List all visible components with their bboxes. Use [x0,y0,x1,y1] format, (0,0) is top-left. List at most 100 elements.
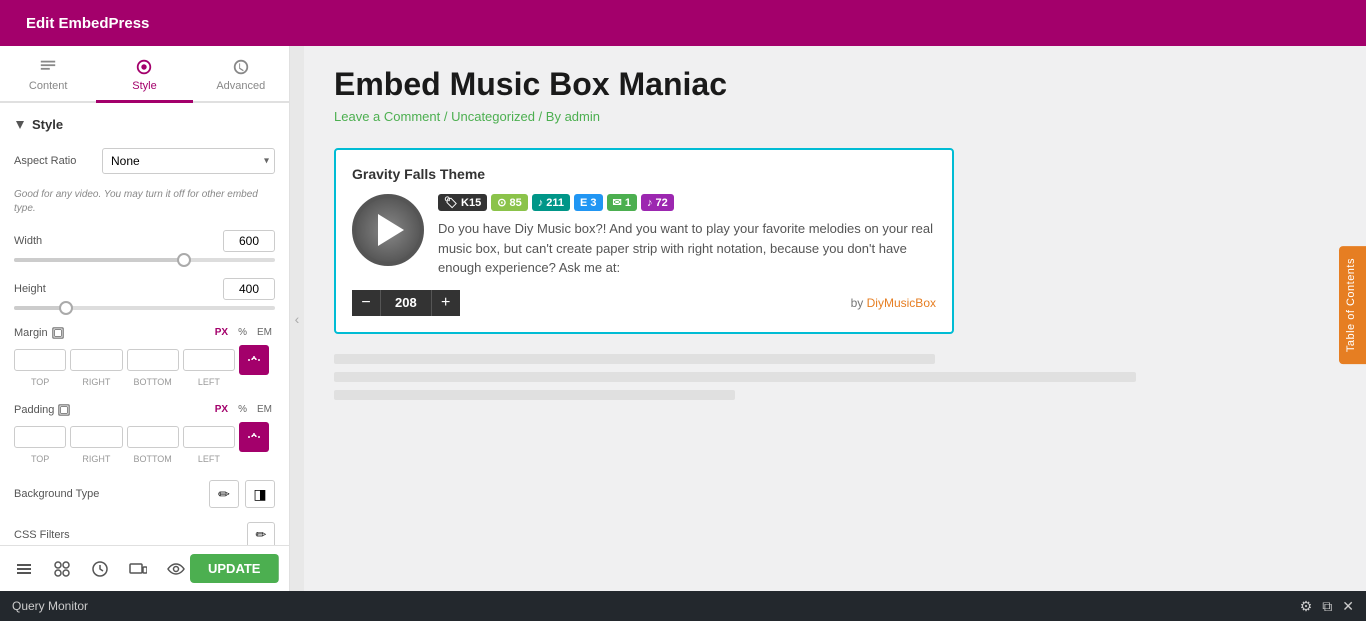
margin-link-button[interactable] [239,345,269,375]
padding-section: Padding PX % EM [14,403,275,464]
responsive-icon[interactable] [124,555,152,583]
padding-inputs [14,422,275,452]
update-dropdown-button[interactable]: ▲ [278,554,279,583]
tag-e3: E 3 [574,194,603,211]
css-filters-row: CSS Filters ✏ [14,522,275,545]
height-label: Height [14,283,46,295]
padding-bottom-label: BOTTOM [127,454,179,464]
embed-card-info: 🏷 K15 ⊙ 85 ♪ 211 E 3 ✉ 1 ♪ 72 Do you hav… [438,194,936,290]
tag-72: ♪ 72 [641,194,674,211]
padding-bottom-input[interactable] [127,426,179,448]
topbar-title: Edit EmbedPress [26,15,149,32]
eye-icon[interactable] [162,555,190,583]
counter-increment-button[interactable]: + [432,290,460,316]
tag-1: ✉ 1 [607,194,637,211]
aspect-ratio-select-wrapper: None 16:9 4:3 ▾ [102,148,275,174]
margin-inputs [14,345,275,375]
tab-content[interactable]: Content [0,48,96,103]
margin-left-label: LEFT [183,377,235,387]
placeholder-lines [334,354,1336,400]
padding-left-input[interactable] [183,426,235,448]
placeholder-line-2 [334,372,1136,382]
play-button[interactable] [352,194,424,266]
width-slider-track[interactable] [14,258,275,262]
qm-window-icon[interactable]: ⧉ [1322,598,1332,615]
padding-right-input[interactable] [70,426,122,448]
embed-card-title: Gravity Falls Theme [352,166,936,182]
embed-card-body: 🏷 K15 ⊙ 85 ♪ 211 E 3 ✉ 1 ♪ 72 Do you hav… [352,194,936,290]
height-field: Height [14,278,275,310]
category-link[interactable]: Uncategorized [451,109,535,124]
bg-type-gradient-button[interactable]: ◨ [245,480,275,508]
padding-unit-em[interactable]: EM [254,403,275,416]
embed-counter-row: − 208 + by DiyMusicBox [352,290,936,316]
padding-unit-px[interactable]: PX [212,403,231,416]
page-meta: Leave a Comment / Uncategorized / By adm… [334,109,1336,124]
padding-top-label: TOP [14,454,66,464]
aspect-ratio-label: Aspect Ratio [14,155,94,167]
counter-controls: − 208 + [352,290,460,316]
update-button[interactable]: UPDATE [190,554,278,583]
embed-author[interactable]: DiyMusicBox [867,296,936,310]
margin-unit-px[interactable]: PX [212,326,231,339]
margin-right-label: RIGHT [70,377,122,387]
tag-k15: 🏷 K15 [438,194,487,211]
css-filters-label: CSS Filters [14,529,70,541]
padding-label: Padding [14,404,70,416]
sidebar-bottom: UPDATE ▲ [0,545,289,591]
qm-settings-icon[interactable]: ⚙ [1300,598,1313,615]
query-monitor-label[interactable]: Query Monitor [12,599,88,613]
embed-card: Gravity Falls Theme 🏷 K15 ⊙ 85 ♪ 211 E 3… [334,148,954,334]
content-area: Embed Music Box Maniac Leave a Comment /… [304,46,1366,591]
qm-close-icon[interactable]: ✕ [1342,598,1354,615]
play-icon [378,214,404,246]
tag-211: ♪ 211 [532,194,570,211]
counter-decrement-button[interactable]: − [352,290,380,316]
embed-by-label: by DiyMusicBox [851,296,936,310]
margin-unit-em[interactable]: EM [254,326,275,339]
padding-link-button[interactable] [239,422,269,452]
margin-top-input[interactable] [14,349,66,371]
width-input[interactable] [223,230,275,252]
margin-left-input[interactable] [183,349,235,371]
top-bar: Edit EmbedPress [0,0,1366,46]
aspect-ratio-select[interactable]: None 16:9 4:3 [102,148,275,174]
sidebar-content: Style Aspect Ratio None 16:9 4:3 ▾ Good … [0,103,289,545]
layers-icon[interactable] [10,555,38,583]
author-link[interactable]: admin [565,109,600,124]
history-icon[interactable] [86,555,114,583]
query-monitor-bar: Query Monitor ⚙ ⧉ ✕ [0,591,1366,621]
margin-right-input[interactable] [70,349,122,371]
margin-unit-pct[interactable]: % [235,326,250,339]
margin-bottom-label: BOTTOM [127,377,179,387]
margin-units: PX % EM [212,326,275,339]
height-slider-track[interactable] [14,306,275,310]
embed-description: Do you have Diy Music box?! And you want… [438,219,936,278]
sidebar-resize-handle[interactable]: ‹ [290,46,304,591]
bg-type-row: Background Type ✏ ◨ [14,480,275,508]
aspect-ratio-field: Aspect Ratio None 16:9 4:3 ▾ [14,148,275,174]
page-title: Embed Music Box Maniac [334,66,1336,103]
padding-right-label: RIGHT [70,454,122,464]
margin-bottom-input[interactable] [127,349,179,371]
height-input[interactable] [223,278,275,300]
sidebar-tabs: Content Style Advanced [0,46,289,103]
width-field: Width [14,230,275,262]
bg-type-label: Background Type [14,488,99,500]
toc-tab[interactable]: Table of Contents [1339,246,1366,364]
tab-style[interactable]: Style [96,48,192,103]
bg-type-solid-button[interactable]: ✏ [209,480,239,508]
update-button-group: UPDATE ▲ [190,554,279,583]
leave-comment-link[interactable]: Leave a Comment [334,109,440,124]
padding-unit-pct[interactable]: % [235,403,250,416]
padding-top-input[interactable] [14,426,66,448]
css-filters-edit-button[interactable]: ✏ [247,522,275,545]
margin-top-label: TOP [14,377,66,387]
margin-section: Margin PX % EM [14,326,275,387]
placeholder-line-3 [334,390,735,400]
counter-value: 208 [380,290,432,316]
widgets-icon[interactable] [48,555,76,583]
sidebar: Content Style Advanced Style Aspect Rati… [0,46,290,591]
padding-units: PX % EM [212,403,275,416]
tab-advanced[interactable]: Advanced [193,48,289,103]
